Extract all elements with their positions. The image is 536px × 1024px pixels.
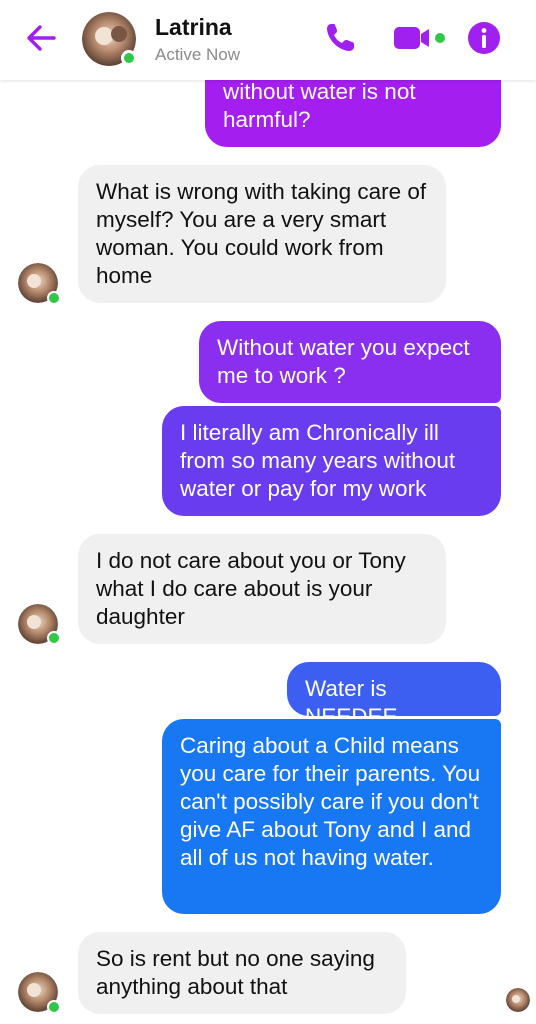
conversation-header: Latrina Active Now <box>0 0 536 80</box>
read-receipt-avatar <box>506 988 530 1012</box>
back-arrow-icon[interactable] <box>22 20 62 56</box>
message-bubble-outgoing[interactable]: Without water you expect me to work ? <box>199 321 501 403</box>
info-icon[interactable] <box>466 20 502 56</box>
message-bubble-outgoing[interactable]: Caring about a Child means you care for … <box>162 719 501 914</box>
phone-icon[interactable] <box>322 20 360 56</box>
online-status-dot <box>47 291 61 305</box>
message-bubble-outgoing[interactable]: I literally am Chronically ill from so m… <box>162 406 501 516</box>
active-status: Active Now <box>155 45 241 64</box>
message-bubble-outgoing[interactable]: Water is NEEDEE <box>287 662 501 729</box>
contact-name[interactable]: Latrina <box>155 14 232 41</box>
message-bubble-incoming[interactable]: I do not care about you or Tony what I d… <box>78 534 446 644</box>
online-status-dot <box>47 631 61 645</box>
message-bubble-incoming[interactable]: What is wrong with taking care of myself… <box>78 165 446 303</box>
online-status-dot <box>47 1000 61 1014</box>
video-camera-icon[interactable] <box>392 20 450 56</box>
online-status-dot <box>121 50 137 66</box>
message-bubble-incoming[interactable]: So is rent but no one saying anything ab… <box>78 932 406 1014</box>
